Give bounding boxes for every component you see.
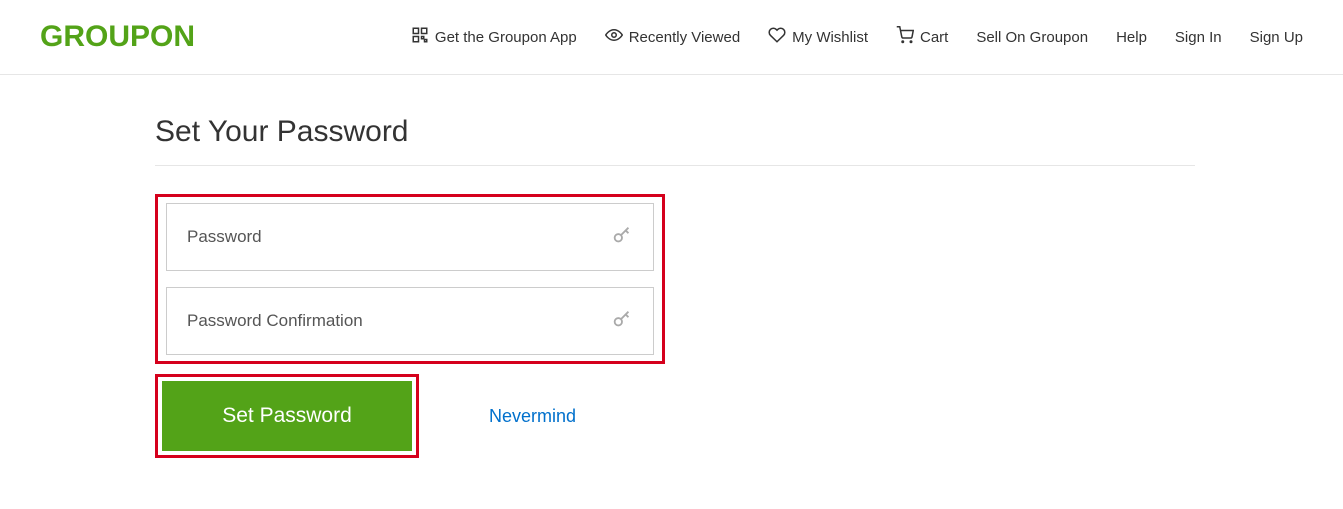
content: Set Your Password Set Password Nevermind [155,75,1195,458]
actions-row: Set Password Nevermind [155,374,1195,458]
key-icon [611,224,633,251]
nav-help[interactable]: Help [1116,29,1147,46]
cart-icon [896,26,914,48]
page-title: Set Your Password [155,115,1195,166]
nav-label: My Wishlist [792,29,868,46]
inputs-highlight-box [155,194,665,364]
password-confirm-input[interactable] [187,311,611,331]
nav-get-app[interactable]: Get the Groupon App [411,26,577,48]
heart-icon [768,26,786,48]
qr-icon [411,26,429,48]
topbar: GROUPON Get the Groupon App Recently Vie… [0,0,1343,75]
nav-label: Cart [920,29,948,46]
nav-label: Sign In [1175,29,1222,46]
nav-label: Get the Groupon App [435,29,577,46]
nav-recently-viewed[interactable]: Recently Viewed [605,26,740,48]
password-input[interactable] [187,227,611,247]
password-confirm-row [166,287,654,355]
nav-cart[interactable]: Cart [896,26,948,48]
password-row [166,203,654,271]
button-highlight-box: Set Password [155,374,419,458]
nav-sell[interactable]: Sell On Groupon [976,29,1088,46]
nav-label: Recently Viewed [629,29,740,46]
nav-sign-in[interactable]: Sign In [1175,29,1222,46]
nav-wishlist[interactable]: My Wishlist [768,26,868,48]
eye-icon [605,26,623,48]
nav-sign-up[interactable]: Sign Up [1250,29,1303,46]
key-icon [611,308,633,335]
set-password-button[interactable]: Set Password [162,381,412,451]
nevermind-link[interactable]: Nevermind [489,406,576,427]
logo[interactable]: GROUPON [40,20,195,54]
nav-label: Sign Up [1250,29,1303,46]
nav-label: Help [1116,29,1147,46]
nav: Get the Groupon App Recently Viewed My W… [411,26,1303,48]
nav-label: Sell On Groupon [976,29,1088,46]
